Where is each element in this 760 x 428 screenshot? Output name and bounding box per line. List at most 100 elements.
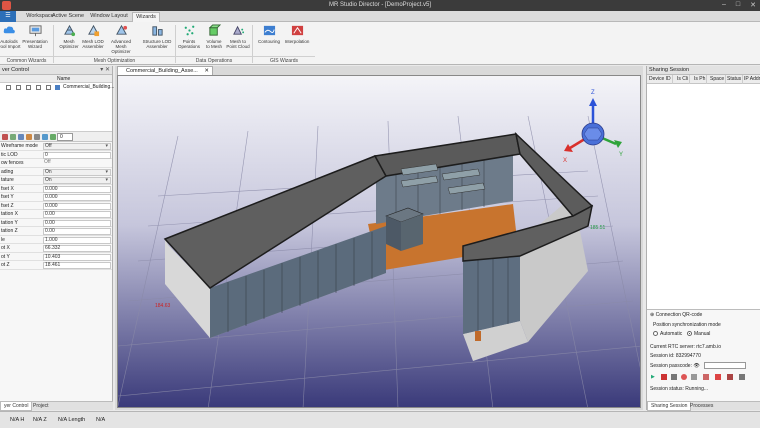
shadow-checkbox[interactable] bbox=[46, 85, 51, 90]
property-value[interactable]: On bbox=[43, 168, 111, 176]
paste-icon[interactable] bbox=[26, 134, 32, 140]
tab-processes[interactable]: Processes bbox=[687, 402, 716, 411]
remove-icon[interactable] bbox=[715, 374, 721, 380]
export-icon[interactable] bbox=[42, 134, 48, 140]
column-device-id[interactable]: Device ID bbox=[649, 75, 673, 84]
disconnect-icon[interactable] bbox=[727, 374, 733, 380]
mesh-optimizer-button[interactable]: Mesh Optimizer bbox=[56, 24, 82, 49]
property-value[interactable]: 10.403 bbox=[43, 253, 111, 261]
tab-wizards[interactable]: Wizards bbox=[132, 12, 160, 22]
structure-lod-assembler-button[interactable]: Structure LOD Assembler bbox=[140, 24, 174, 49]
column-is-phone[interactable]: Is Ph bbox=[694, 75, 708, 84]
property-row: fset Z 0.000 bbox=[0, 202, 112, 210]
lock-checkbox[interactable] bbox=[16, 85, 21, 90]
property-value[interactable]: 18.461 bbox=[43, 262, 111, 269]
play-icon[interactable]: ▶ bbox=[651, 374, 657, 380]
visibility-checkbox[interactable] bbox=[6, 85, 11, 90]
eye-icon[interactable]: 👁 bbox=[693, 363, 699, 369]
column-is-client[interactable]: Is Cli bbox=[677, 75, 691, 84]
dimension-label-left: 184.63 bbox=[155, 303, 171, 309]
property-value[interactable]: 0 bbox=[43, 151, 111, 159]
mesh-to-point-cloud-button[interactable]: Mesh to Point Cloud bbox=[225, 24, 251, 49]
points-icon bbox=[184, 25, 194, 36]
property-value[interactable]: 0.000 bbox=[43, 194, 111, 201]
property-label: tation Z bbox=[1, 228, 18, 234]
title-bar: MR Studio Director - [DemoProject.v5] – … bbox=[0, 0, 760, 11]
column-status[interactable]: Status bbox=[727, 75, 744, 84]
volume-icon bbox=[208, 24, 221, 36]
sync-option-automatic[interactable]: Automatic bbox=[653, 331, 682, 337]
property-value[interactable]: 66.332 bbox=[43, 245, 111, 252]
select-checkbox[interactable] bbox=[26, 85, 31, 90]
passcode-input[interactable] bbox=[704, 362, 746, 369]
settings-icon[interactable] bbox=[34, 134, 40, 140]
group-mesh-optimization: Mesh Optimization bbox=[54, 56, 175, 64]
tab-sharing-session[interactable]: Sharing Session bbox=[647, 402, 692, 411]
property-row: ot X 66.332 bbox=[0, 244, 112, 253]
tab-active-scene[interactable]: Active Scene bbox=[48, 12, 88, 22]
interpolation-button[interactable]: Interpolation bbox=[282, 24, 312, 44]
record-icon[interactable] bbox=[671, 374, 677, 380]
add-icon[interactable] bbox=[10, 134, 16, 140]
session-status-text: Session status: Running... bbox=[650, 386, 709, 392]
maximize-icon[interactable]: □ bbox=[736, 1, 740, 9]
points-operations-button[interactable]: Points Operations bbox=[176, 24, 202, 49]
tree-view[interactable] bbox=[0, 92, 112, 132]
lod-spinner[interactable]: 0 bbox=[57, 133, 73, 141]
3d-viewport[interactable]: 184.63 185.51 Z X Y bbox=[117, 75, 641, 408]
property-row: tation Y 0.00 bbox=[0, 219, 112, 227]
tab-layer-control[interactable]: yer Control bbox=[0, 402, 33, 411]
property-value[interactable]: 0.00 bbox=[43, 211, 111, 218]
property-value[interactable]: 0.000 bbox=[43, 202, 111, 210]
column-ip-address[interactable]: IP Addre bbox=[744, 75, 760, 84]
property-label: ot X bbox=[1, 245, 10, 251]
property-value[interactable]: 0.000 bbox=[43, 185, 111, 193]
tab-project[interactable]: Project bbox=[30, 402, 52, 411]
property-value[interactable]: 1.000 bbox=[43, 236, 111, 244]
close-icon[interactable]: ✕ bbox=[750, 1, 756, 9]
delete-icon[interactable] bbox=[2, 134, 8, 140]
advanced-mesh-icon bbox=[115, 24, 127, 35]
volume-to-mesh-button[interactable]: Volume to Mesh bbox=[201, 24, 227, 49]
session-device-list[interactable] bbox=[647, 84, 760, 310]
grid-icon[interactable] bbox=[691, 374, 697, 380]
mesh-lod-assembler-button[interactable]: Mesh LOD Assembler bbox=[80, 24, 106, 49]
document-tab[interactable]: Commercial_Building_Asse... ✕ bbox=[117, 66, 213, 75]
file-menu-button[interactable]: ☰ bbox=[0, 11, 16, 22]
property-value[interactable]: On bbox=[43, 177, 111, 184]
target-icon[interactable] bbox=[681, 374, 687, 380]
property-value[interactable]: Off bbox=[43, 143, 111, 150]
property-label: ading bbox=[1, 168, 14, 175]
refresh-icon[interactable] bbox=[50, 134, 56, 140]
scene-canvas[interactable]: 184.63 185.51 Z X Y bbox=[118, 76, 641, 408]
property-value[interactable]: 0.00 bbox=[43, 228, 111, 235]
manual-radio[interactable] bbox=[687, 331, 692, 337]
tab-window-layout[interactable]: Window Layout bbox=[89, 12, 129, 22]
minimize-icon[interactable]: – bbox=[722, 1, 726, 9]
orientation-gizmo[interactable]: Z X Y bbox=[563, 90, 623, 164]
contouring-button[interactable]: Contouring bbox=[256, 24, 282, 44]
copy-icon[interactable] bbox=[18, 134, 24, 140]
back-right-roof bbox=[514, 131, 594, 217]
dimension-label-right: 185.51 bbox=[590, 225, 606, 231]
viewport-area: Commercial_Building_Asse... ✕ 184.63 185… bbox=[115, 66, 643, 410]
close-tab-icon[interactable]: ✕ bbox=[204, 67, 209, 75]
property-value[interactable]: 0.00 bbox=[43, 219, 111, 227]
connection-qr-toggle[interactable]: ⊕ Connection QR-code bbox=[650, 312, 702, 318]
property-row: fset X 0.000 bbox=[0, 185, 112, 193]
automatic-radio[interactable] bbox=[653, 331, 658, 337]
presentation-wizard-button[interactable]: Presentation Wizard bbox=[22, 24, 48, 49]
users-icon[interactable] bbox=[703, 374, 709, 380]
options-icon[interactable] bbox=[739, 374, 745, 380]
advanced-mesh-optimizer-button[interactable]: Advanced Mesh Optimizer bbox=[105, 24, 137, 54]
column-space[interactable]: Space bbox=[710, 75, 727, 84]
panel-header: Sharing Session bbox=[647, 66, 760, 75]
panel-pin-icon[interactable]: ▾ ✕ bbox=[100, 66, 110, 75]
stop-icon[interactable] bbox=[661, 374, 667, 380]
snap-checkbox[interactable] bbox=[36, 85, 41, 90]
sync-option-manual[interactable]: Manual bbox=[687, 331, 710, 337]
tree-row[interactable]: Commercial_Building... bbox=[0, 83, 114, 92]
tree-header: Name bbox=[0, 75, 112, 83]
autolods-button[interactable]: Autolods Pool Import bbox=[0, 24, 22, 49]
passcode-label: Session passcode: 👁 bbox=[650, 363, 700, 369]
